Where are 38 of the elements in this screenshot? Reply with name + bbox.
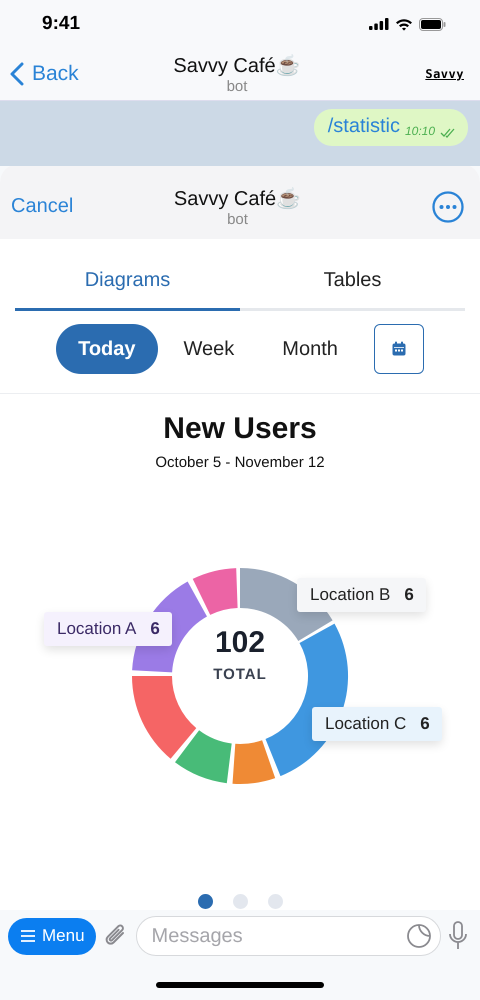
wifi-icon — [395, 18, 413, 30]
sticker-icon — [406, 923, 432, 949]
period-button[interactable]: Week — [162, 324, 256, 374]
location-callout: Location C 6 — [312, 707, 442, 741]
back-button[interactable]: Back — [10, 62, 120, 86]
sheet-title: Savvy Café☕ — [174, 186, 302, 210]
microphone-button[interactable] — [448, 921, 468, 951]
microphone-icon — [448, 921, 468, 951]
location-callout: Location B 6 — [297, 578, 426, 612]
battery-icon — [419, 18, 446, 30]
period-button[interactable]: Month — [260, 324, 360, 374]
clock-time: 9:41 — [42, 13, 80, 35]
more-icon — [432, 190, 464, 222]
message-time: 10:10 — [404, 124, 435, 138]
chat-title: Savvy Café☕ — [173, 54, 301, 78]
chevron-left-icon — [10, 62, 24, 86]
signal-icon — [369, 18, 389, 30]
chat-subtitle: bot — [226, 78, 248, 95]
total-label: TOTAL — [213, 666, 267, 683]
calendar-icon — [390, 341, 407, 357]
bot-logo[interactable]: Savvy — [354, 67, 464, 81]
cancel-button[interactable]: Cancel — [11, 195, 91, 218]
page-dot[interactable] — [198, 894, 212, 909]
total-count: 102 — [214, 626, 266, 660]
menu-icon — [21, 930, 35, 942]
period-button[interactable]: Today — [56, 324, 158, 374]
message-field[interactable]: Messages — [136, 916, 441, 956]
date-range: October 5 - November 12 — [155, 454, 325, 471]
tab[interactable]: Diagrams — [15, 257, 240, 311]
tab[interactable]: Tables — [240, 257, 465, 311]
page-dot[interactable] — [268, 894, 282, 909]
location-callout: Location A 6 — [44, 612, 172, 646]
page-dot[interactable] — [232, 894, 248, 909]
sheet-subtitle: bot — [227, 210, 248, 228]
menu-button[interactable]: Menu — [8, 918, 96, 954]
calendar-button[interactable] — [374, 324, 424, 374]
chart-title: New Users — [163, 412, 317, 446]
command-link[interactable]: /statistic — [328, 115, 400, 138]
